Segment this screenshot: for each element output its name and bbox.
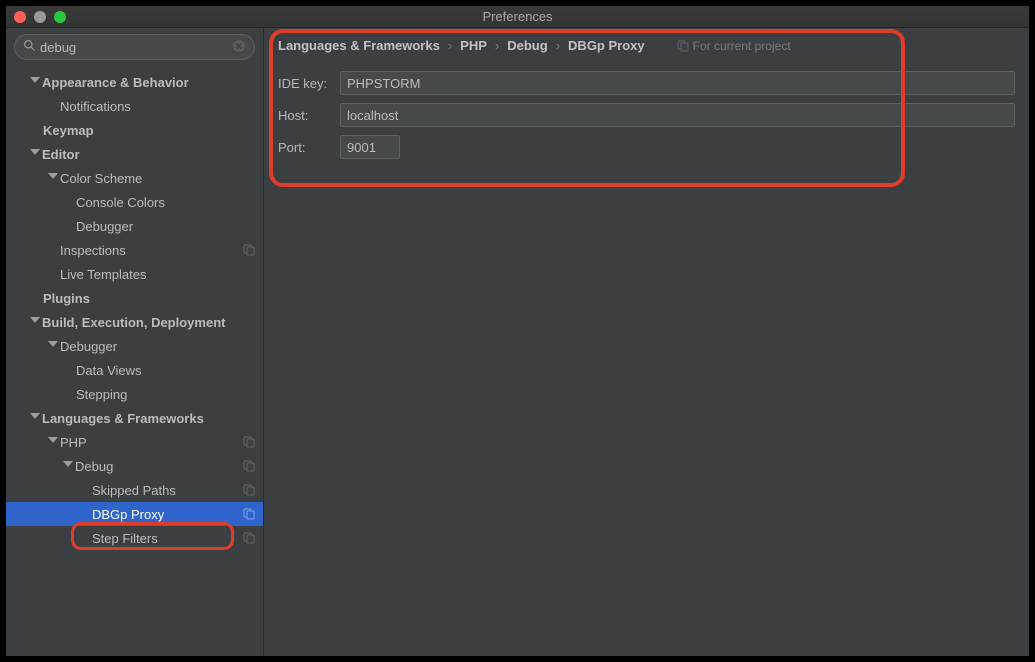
search-input-wrapper[interactable]: [14, 34, 255, 60]
titlebar: Preferences: [6, 6, 1029, 28]
sidebar: Appearance & Behavior Notifications Keym…: [6, 28, 264, 656]
content-pane: Languages & Frameworks › PHP › Debug › D…: [264, 28, 1029, 656]
chevron-right-icon: ›: [448, 38, 452, 53]
ide-key-label: IDE key:: [278, 76, 340, 91]
project-scope-icon: [243, 436, 255, 448]
project-scope-icon: [243, 532, 255, 544]
port-input[interactable]: [340, 135, 400, 159]
settings-tree[interactable]: Appearance & Behavior Notifications Keym…: [6, 68, 263, 656]
breadcrumb-item[interactable]: Debug: [507, 38, 547, 53]
tree-item-skipped-paths[interactable]: Skipped Paths: [6, 478, 263, 502]
window-title: Preferences: [6, 9, 1029, 24]
tree-item-live-templates[interactable]: Live Templates: [6, 262, 263, 286]
breadcrumb: Languages & Frameworks › PHP › Debug › D…: [264, 28, 1029, 61]
search-input[interactable]: [40, 40, 232, 55]
tree-item-plugins[interactable]: Plugins: [6, 286, 263, 310]
tree-item-data-views[interactable]: Data Views: [6, 358, 263, 382]
tree-item-keymap[interactable]: Keymap: [6, 118, 263, 142]
ide-key-input[interactable]: [340, 71, 1015, 95]
chevron-right-icon: ›: [556, 38, 560, 53]
project-scope-icon: [243, 244, 255, 256]
project-scope-note: For current project: [677, 39, 791, 53]
tree-item-build-debugger[interactable]: Debugger: [6, 334, 263, 358]
tree-item-inspections[interactable]: Inspections: [6, 238, 263, 262]
project-scope-icon: [243, 484, 255, 496]
host-input[interactable]: [340, 103, 1015, 127]
tree-item-dbgp-proxy[interactable]: DBGp Proxy: [6, 502, 263, 526]
tree-item-color-scheme[interactable]: Color Scheme: [6, 166, 263, 190]
breadcrumb-item[interactable]: PHP: [460, 38, 487, 53]
tree-item-stepping[interactable]: Stepping: [6, 382, 263, 406]
tree-item-build[interactable]: Build, Execution, Deployment: [6, 310, 263, 334]
clear-icon[interactable]: [232, 39, 246, 56]
project-scope-icon: [677, 40, 689, 52]
tree-item-langs[interactable]: Languages & Frameworks: [6, 406, 263, 430]
tree-item-php[interactable]: PHP: [6, 430, 263, 454]
tree-item-notifications[interactable]: Notifications: [6, 94, 263, 118]
tree-item-console-colors[interactable]: Console Colors: [6, 190, 263, 214]
search-icon: [23, 39, 36, 55]
host-label: Host:: [278, 108, 340, 123]
project-scope-icon: [243, 460, 255, 472]
breadcrumb-current: DBGp Proxy: [568, 38, 645, 53]
settings-form: IDE key: Host: Port:: [264, 61, 1029, 169]
breadcrumb-item[interactable]: Languages & Frameworks: [278, 38, 440, 53]
chevron-right-icon: ›: [495, 38, 499, 53]
project-scope-icon: [243, 508, 255, 520]
tree-item-debugger-color[interactable]: Debugger: [6, 214, 263, 238]
tree-item-editor[interactable]: Editor: [6, 142, 263, 166]
tree-item-php-debug[interactable]: Debug: [6, 454, 263, 478]
port-label: Port:: [278, 140, 340, 155]
tree-item-step-filters[interactable]: Step Filters: [6, 526, 263, 550]
tree-item-appearance[interactable]: Appearance & Behavior: [6, 70, 263, 94]
